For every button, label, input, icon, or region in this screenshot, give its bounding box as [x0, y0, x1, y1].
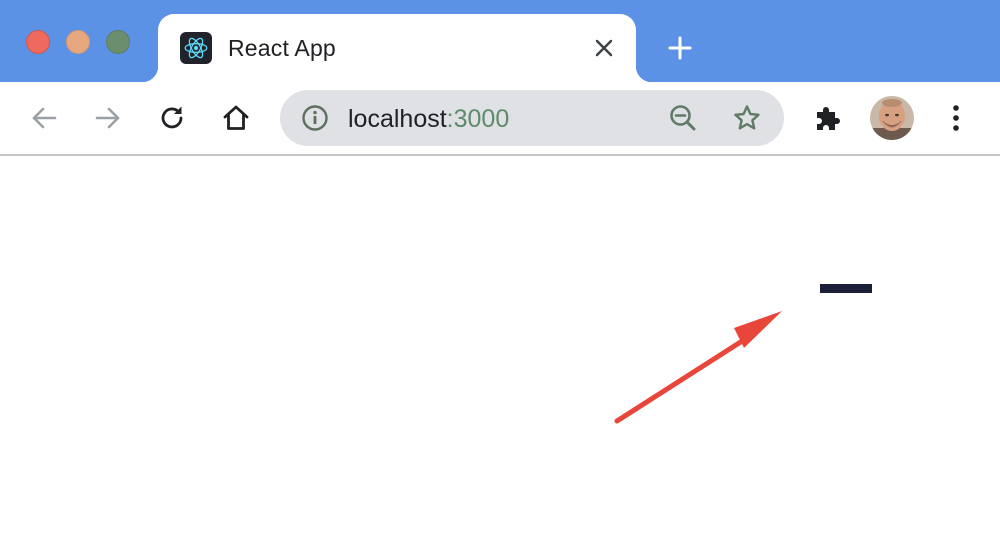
menu-dash[interactable]: [820, 284, 872, 293]
url-text: localhost:3000: [348, 105, 509, 133]
puzzle-icon: [817, 107, 840, 130]
reload-icon: [161, 106, 183, 129]
home-icon: [223, 105, 249, 130]
tab-strip: React App: [0, 0, 1000, 82]
arrow-right-icon: [95, 107, 120, 129]
home-button[interactable]: [216, 98, 256, 138]
page-viewport: [0, 156, 1000, 552]
star-icon[interactable]: [728, 99, 766, 137]
avatar[interactable]: [870, 96, 914, 140]
url-port: :3000: [446, 105, 510, 133]
info-icon[interactable]: [300, 103, 330, 133]
window-close-button[interactable]: [26, 30, 50, 54]
window-maximize-button[interactable]: [106, 30, 130, 54]
forward-button[interactable]: [88, 98, 128, 138]
arrow-left-icon: [32, 107, 57, 129]
close-tab-icon[interactable]: [590, 34, 618, 62]
back-button[interactable]: [24, 98, 64, 138]
annotation-arrow: [614, 311, 782, 424]
browser-window: React App localhost:3000: [0, 0, 1000, 552]
new-tab-button[interactable]: [662, 30, 698, 66]
react-logo-icon: [180, 32, 212, 64]
window-minimize-button[interactable]: [66, 30, 90, 54]
browser-menu-button[interactable]: [936, 98, 976, 138]
extensions-button[interactable]: [808, 98, 848, 138]
reload-button[interactable]: [152, 98, 192, 138]
address-bar[interactable]: localhost:3000: [280, 90, 784, 146]
zoom-out-icon[interactable]: [664, 99, 702, 137]
browser-toolbar: localhost:3000: [0, 82, 1000, 156]
tab-title: React App: [228, 35, 336, 61]
kebab-menu-icon: [953, 105, 959, 131]
url-host: localhost: [348, 105, 447, 133]
tab-react-app[interactable]: React App: [142, 14, 652, 82]
